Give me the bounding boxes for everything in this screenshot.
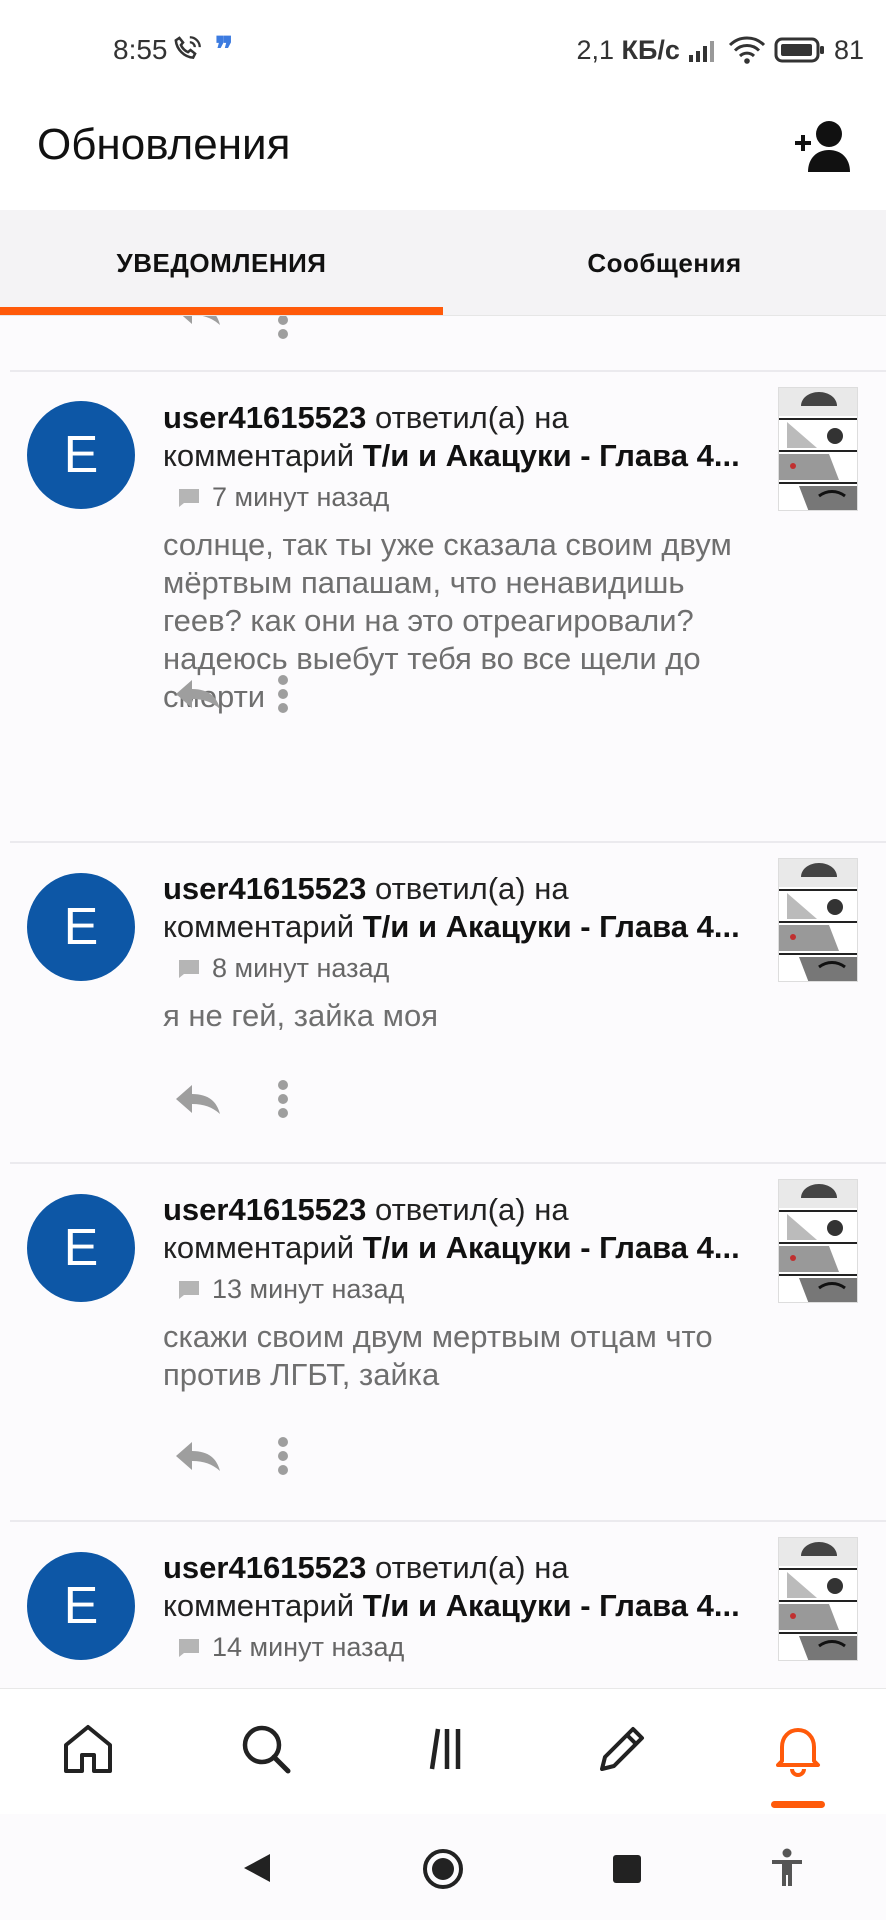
target-prefix: комментарий <box>163 1588 363 1623</box>
avatar[interactable]: E <box>27 1552 135 1660</box>
notification-title-line2: комментарий Т/и и Акацуки - Глава 4... <box>163 438 743 474</box>
username[interactable]: user41615523 <box>163 1550 366 1585</box>
comment-icon <box>179 488 199 507</box>
home-icon[interactable] <box>58 1719 118 1779</box>
target-prefix: комментарий <box>163 1230 363 1265</box>
pencil-icon[interactable] <box>592 1719 652 1779</box>
comment-text: солнце, так ты уже сказала своим двум мё… <box>163 527 732 714</box>
action-text: ответил(а) на <box>366 1550 569 1585</box>
timestamp-row: 13 минут назад <box>178 1274 404 1305</box>
avatar[interactable]: E <box>27 873 135 981</box>
network-speed-value: 2,1 <box>576 34 615 65</box>
notification-title-line1: user41615523 ответил(а) на <box>163 400 743 436</box>
timestamp: 14 минут назад <box>212 1632 405 1662</box>
notification-list[interactable]: E user41615523 ответил(а) на комментарий… <box>0 316 886 1688</box>
avatar[interactable]: E <box>27 401 135 509</box>
avatar[interactable]: E <box>27 1194 135 1302</box>
timestamp: 13 минут назад <box>212 1274 405 1304</box>
wifi-call-icon <box>174 36 201 60</box>
story-link[interactable]: Т/и и Акацуки - Глава 4... <box>363 1588 740 1623</box>
search-icon[interactable] <box>236 1719 296 1779</box>
signal-icon <box>688 41 714 62</box>
notification-title-line2: комментарий Т/и и Акацуки - Глава 4... <box>163 1230 743 1266</box>
timestamp-row: 8 минут назад <box>178 953 389 984</box>
quote-app-icon: ❞ <box>215 30 234 70</box>
more-options-icon[interactable] <box>277 674 289 714</box>
comment-icon <box>179 959 199 978</box>
story-cover-thumbnail[interactable] <box>778 1179 858 1303</box>
app-bar: Обновления <box>0 100 886 210</box>
add-user-icon[interactable] <box>794 118 856 174</box>
tab-notifications[interactable]: УВЕДОМЛЕНИЯ <box>0 210 443 316</box>
username[interactable]: user41615523 <box>163 871 366 906</box>
tab-messages[interactable]: Сообщения <box>443 210 886 316</box>
more-options-icon[interactable] <box>277 1079 289 1119</box>
active-nav-indicator <box>771 1801 825 1808</box>
back-icon[interactable] <box>242 1852 272 1884</box>
username[interactable]: user41615523 <box>163 400 366 435</box>
notification-title-line2: комментарий Т/и и Акацуки - Глава 4... <box>163 1588 743 1624</box>
story-cover-thumbnail[interactable] <box>778 858 858 982</box>
timestamp-row: 14 минут назад <box>178 1632 404 1663</box>
list-item[interactable]: E user41615523 ответил(а) на комментарий… <box>0 372 886 757</box>
partial-list-item <box>0 316 886 372</box>
tab-indicator <box>0 307 443 315</box>
action-text: ответил(а) на <box>366 871 569 906</box>
tab-messages-label: Сообщения <box>587 247 742 278</box>
tab-bar: УВЕДОМЛЕНИЯ Сообщения <box>0 210 886 316</box>
status-right: 2,1 КБ/с 81 <box>576 30 864 70</box>
target-prefix: комментарий <box>163 909 363 944</box>
list-item[interactable]: E user41615523 ответил(а) на комментарий… <box>0 1164 886 1520</box>
username[interactable]: user41615523 <box>163 1192 366 1227</box>
status-bar: 8:55 ❞ 2,1 КБ/с 81 <box>0 0 886 100</box>
more-options-icon[interactable] <box>277 316 289 340</box>
notification-title-line2: комментарий Т/и и Акацуки - Глава 4... <box>163 909 743 945</box>
library-icon[interactable] <box>414 1719 474 1779</box>
more-options-icon[interactable] <box>277 1436 289 1476</box>
battery-icon <box>774 37 824 63</box>
network-speed-unit: КБ/с <box>621 34 680 65</box>
system-navigation-bar <box>0 1814 886 1920</box>
comment-text: я не гей, зайка моя <box>163 998 438 1033</box>
notification-title-line1: user41615523 ответил(а) на <box>163 1192 743 1228</box>
story-cover-thumbnail[interactable] <box>778 1537 858 1661</box>
notification-title-line1: user41615523 ответил(а) на <box>163 1550 743 1586</box>
recents-icon[interactable] <box>612 1854 642 1884</box>
story-link[interactable]: Т/и и Акацуки - Глава 4... <box>363 438 740 473</box>
action-text: ответил(а) на <box>366 1192 569 1227</box>
page-title: Обновления <box>37 120 291 169</box>
accessibility-icon[interactable] <box>770 1848 804 1888</box>
timestamp: 7 минут назад <box>212 482 390 512</box>
list-item[interactable]: E user41615523 ответил(а) на комментарий… <box>0 843 886 1162</box>
comment-icon <box>179 1638 199 1657</box>
bottom-navigation <box>0 1688 886 1814</box>
reply-icon[interactable] <box>172 678 224 710</box>
reply-icon[interactable] <box>172 1083 224 1115</box>
list-item[interactable]: E user41615523 ответил(а) на комментарий… <box>0 1522 886 1688</box>
comment-icon <box>179 1280 199 1299</box>
story-link[interactable]: Т/и и Акацуки - Глава 4... <box>363 1230 740 1265</box>
target-prefix: комментарий <box>163 438 363 473</box>
battery-percent: 81 <box>833 34 864 65</box>
action-text: ответил(а) на <box>366 400 569 435</box>
wifi-icon <box>728 36 766 64</box>
status-time: 8:55 <box>113 34 168 65</box>
timestamp-row: 7 минут назад <box>178 482 389 513</box>
story-link[interactable]: Т/и и Акацуки - Глава 4... <box>363 909 740 944</box>
tab-notifications-label: УВЕДОМЛЕНИЯ <box>116 247 327 278</box>
comment-text: скажи своим двум мертвым отцам что проти… <box>163 1319 713 1392</box>
home-button-icon[interactable] <box>422 1848 464 1890</box>
bell-icon[interactable] <box>768 1719 828 1779</box>
story-cover-thumbnail[interactable] <box>778 387 858 511</box>
reply-icon[interactable] <box>172 316 224 326</box>
reply-icon[interactable] <box>172 1440 224 1472</box>
timestamp: 8 минут назад <box>212 953 390 983</box>
network-speed: 2,1 КБ/с <box>576 35 679 66</box>
notification-title-line1: user41615523 ответил(а) на <box>163 871 743 907</box>
